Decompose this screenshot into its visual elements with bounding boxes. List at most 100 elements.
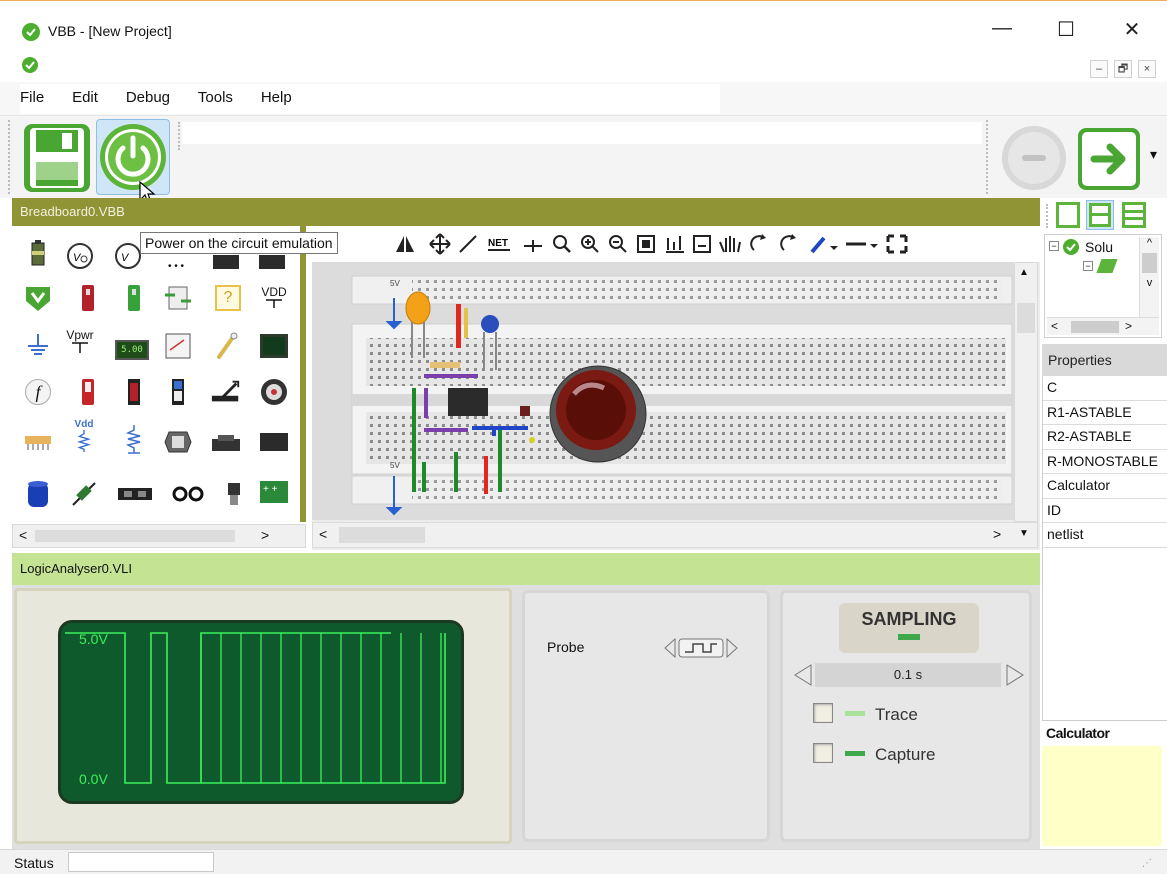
tree-root-label[interactable]: Solu [1085,239,1113,255]
property-row[interactable]: ID [1043,499,1167,523]
function-component[interactable]: f [22,376,54,408]
palette-scroll-thumb[interactable] [35,530,235,542]
ic-chip-component[interactable] [258,426,290,458]
power-module-component[interactable]: + + [258,476,290,508]
power-icon [100,124,166,190]
power-button[interactable] [96,119,170,195]
diode-component[interactable] [68,478,100,510]
green-module-component[interactable] [118,282,150,314]
maximize-button[interactable]: ☐ [1046,17,1086,42]
oscilloscope-component[interactable] [258,330,290,362]
probe-selector[interactable] [663,637,739,662]
breadboard-tab-header[interactable]: Breadboard0.VBB [12,198,1040,226]
blue-switch-component[interactable] [162,376,194,408]
breadboard-scroll-down-button[interactable]: ▼ [1019,528,1029,539]
single-layout-button[interactable] [1056,202,1080,228]
trace-checkbox[interactable] [813,703,833,723]
switch-component[interactable] [72,376,104,408]
breadboard-scroll-right-button[interactable]: > [993,526,1001,542]
resistor-vertical-component[interactable] [118,424,150,456]
sensor-component[interactable] [116,478,154,510]
calculator-description [1042,746,1162,846]
menu-debug[interactable]: Debug [114,84,182,112]
red-switch-component[interactable] [118,376,150,408]
solution-tree[interactable]: − Solu − ^ v < > [1044,234,1162,338]
mdi-minimize-button[interactable]: – [1090,60,1108,78]
glasses-component[interactable] [168,478,208,510]
breadboard-vertical-scrollbar[interactable]: ▲ [1014,262,1038,522]
blue-cylinder-component[interactable] [22,478,54,510]
properties-header: Properties [1042,344,1167,376]
speaker-component[interactable] [258,376,290,408]
resize-grip-icon[interactable]: ⋰ [1142,858,1152,869]
menu-help[interactable]: Help [249,84,304,112]
meter-component[interactable] [162,330,194,362]
breadboard-scroll-up-button[interactable]: ▲ [1019,267,1029,278]
breadboard-tools-strip[interactable]: NET [392,232,1032,256]
crystal-component[interactable] [162,426,194,458]
vbb-logo-component[interactable] [22,282,54,314]
logic-analyser-tab-header[interactable]: LogicAnalyser0.VLI [12,553,1040,585]
breadboard-toolbar: NET [312,226,1040,262]
palette-scroll-right-button[interactable]: > [261,527,269,543]
breadboard-scroll-left-button[interactable]: < [319,526,327,542]
property-row[interactable]: Calculator [1043,474,1167,499]
connector-component[interactable] [210,428,242,460]
resistor-array-component[interactable] [22,426,54,458]
stop-button[interactable] [1000,124,1068,192]
breadboard-drawing[interactable]: 5V 5V [312,262,1014,520]
menu-tools[interactable]: Tools [186,84,245,112]
dots-component[interactable]: • • • [160,250,192,282]
svg-text:NET: NET [488,238,508,249]
menu-edit[interactable]: Edit [60,84,110,112]
rate-increase-icon[interactable] [1005,663,1025,687]
vdd-zigzag-component[interactable]: Vdd [68,420,100,452]
sampling-rate-control[interactable]: 0.1 s [793,663,1025,687]
slider-component[interactable] [210,376,242,408]
save-button[interactable] [22,122,92,194]
tree-horizontal-scrollbar[interactable]: < > [1047,317,1159,335]
low-voltage-label: 0.0V [79,771,108,787]
minimize-button[interactable]: — [982,17,1022,40]
split-horizontal-layout-button[interactable] [1086,200,1114,230]
mdi-close-button[interactable]: × [1138,60,1156,78]
split-three-layout-button[interactable] [1122,202,1146,228]
red-module-component[interactable] [72,282,104,314]
breadboard-vscroll-thumb[interactable] [1017,303,1035,333]
help-component[interactable]: ? [212,282,244,314]
property-row[interactable]: R-MONOSTABLE [1043,450,1167,474]
palette-scroll-left-button[interactable]: < [19,527,27,543]
vdd-component[interactable]: VDD [258,282,290,314]
solution-icon [1063,239,1079,255]
property-row[interactable]: netlist [1043,523,1167,548]
property-row[interactable]: C [1043,376,1167,401]
voltmeter-component[interactable]: V [64,240,96,272]
property-row[interactable]: R2-ASTABLE [1043,425,1167,450]
vpwr-component[interactable]: Vpwr [64,326,96,358]
mdi-restore-button[interactable]: 🗗 [1114,60,1132,78]
breadboard-horizontal-scrollbar[interactable]: < > ▼ [312,522,1038,548]
transistor-component[interactable] [218,478,250,510]
rate-decrease-icon[interactable] [793,663,813,687]
probe-component[interactable] [212,330,244,362]
menu-file[interactable]: File [20,84,56,112]
arrow-right-icon [1078,128,1140,190]
power-tooltip: Power on the circuit emulation [140,232,338,254]
capture-color-swatch [845,751,865,756]
tree-vertical-scrollbar[interactable]: ^ v [1139,237,1159,317]
toolbar-dropdown-arrow[interactable]: ▾ [1150,146,1157,163]
property-row[interactable]: R1-ASTABLE [1043,401,1167,425]
ground-component[interactable] [22,330,54,362]
palette-horizontal-scrollbar[interactable]: < > [12,524,306,548]
capture-checkbox[interactable] [813,743,833,763]
relay-component[interactable] [162,282,194,314]
tree-collapse-toggle[interactable]: − [1049,241,1059,251]
sampling-rate-value: 0.1 s [815,663,1001,687]
lcd-component[interactable]: 5.00 [112,334,152,366]
breadboard-hscroll-thumb[interactable] [339,527,425,543]
breadboard-canvas[interactable]: 5V 5V [312,262,1014,520]
next-button[interactable] [1076,126,1142,192]
close-button[interactable]: ✕ [1112,17,1152,42]
battery-component[interactable] [22,238,54,270]
tree-child-toggle[interactable]: − [1083,261,1093,271]
